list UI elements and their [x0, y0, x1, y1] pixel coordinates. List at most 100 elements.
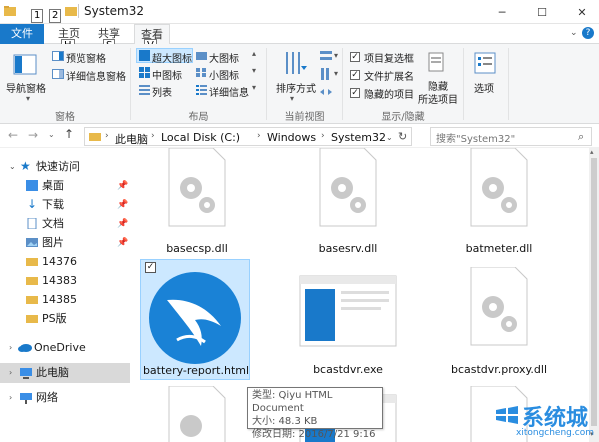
- nav-downloads[interactable]: ↓ 下载 📌: [0, 195, 130, 215]
- nav-network[interactable]: › 网络: [0, 388, 130, 408]
- file-item[interactable]: basesrv.dll: [293, 148, 403, 260]
- hidden-items-checkbox[interactable]: ✓: [350, 88, 360, 98]
- file-item[interactable]: bcastdvr.exe: [293, 259, 403, 380]
- file-name: bcastdvr.proxy.dll: [450, 363, 547, 376]
- help-icon[interactable]: ?: [582, 27, 594, 39]
- nav-desktop[interactable]: 桌面 📌: [0, 176, 130, 196]
- hide-selected-icon[interactable]: [428, 52, 446, 74]
- pin-icon: 📌: [117, 219, 129, 229]
- scroll-up-icon[interactable]: ▴: [590, 148, 594, 156]
- preview-pane-button[interactable]: 预览窗格: [66, 50, 106, 65]
- nav-folder-ps[interactable]: PS版: [0, 309, 130, 329]
- nav-folder-14376[interactable]: 14376: [0, 252, 130, 272]
- scroll-down-icon[interactable]: ▾: [252, 66, 256, 75]
- nav-this-pc[interactable]: › 此电脑: [0, 363, 130, 383]
- forward-arrow-icon[interactable]: →: [28, 128, 38, 142]
- refresh-icon[interactable]: ↻: [398, 130, 407, 143]
- chevron-down-icon: ▾: [290, 94, 295, 103]
- size-columns-icon[interactable]: [320, 86, 332, 98]
- nav-label: 文档: [42, 217, 64, 230]
- details-option[interactable]: 详细信息: [209, 84, 249, 99]
- chevron-down-icon: ▾: [26, 94, 31, 103]
- breadcrumb-windows[interactable]: Windows: [267, 131, 316, 144]
- sort-by-icon[interactable]: [283, 50, 307, 76]
- expand-icon[interactable]: ▾: [252, 83, 256, 92]
- file-item-selected[interactable]: ✓ battery-report.html: [140, 259, 250, 380]
- breadcrumb-separator-icon[interactable]: ›: [151, 131, 155, 141]
- file-item[interactable]: bcastdvr.proxy.dll: [444, 259, 554, 380]
- breadcrumb-this-pc[interactable]: 此电脑: [115, 131, 148, 147]
- hide-selected-label-2[interactable]: 所选项目: [418, 91, 458, 106]
- divider: [463, 48, 464, 120]
- back-arrow-icon[interactable]: ←: [8, 128, 18, 142]
- nav-documents[interactable]: 文档 📌: [0, 214, 130, 234]
- file-extensions-checkbox[interactable]: ✓: [350, 70, 360, 80]
- up-arrow-icon[interactable]: ↑: [64, 127, 74, 141]
- folder-icon: [26, 277, 38, 285]
- file-tooltip: 类型: Qiyu HTML Document 大小: 48.3 KB 修改日期:…: [247, 387, 383, 440]
- small-icons-option[interactable]: 小图标: [209, 67, 239, 82]
- recent-locations-icon[interactable]: ⌄: [48, 130, 55, 139]
- breadcrumb-system32[interactable]: System32: [331, 131, 386, 144]
- search-icon[interactable]: ⌕: [578, 130, 584, 144]
- chevron-down-icon[interactable]: ⌄: [386, 133, 393, 142]
- options-button[interactable]: 选项: [474, 80, 494, 95]
- file-item[interactable]: batmeter.dll: [444, 148, 554, 260]
- navigation-pane-icon[interactable]: [13, 53, 37, 77]
- search-input[interactable]: 搜索"System32": [430, 127, 592, 146]
- close-button[interactable]: ✕: [567, 0, 597, 24]
- nav-folder-14383[interactable]: 14383: [0, 271, 130, 291]
- sort-by-button[interactable]: 排序方式: [276, 80, 316, 95]
- nav-label: 快速访问: [36, 160, 80, 173]
- hidden-items-label[interactable]: 隐藏的项目: [364, 86, 414, 101]
- qiyu-browser-icon: [149, 272, 241, 364]
- medium-icons-option[interactable]: 中图标: [152, 67, 182, 82]
- nav-pictures[interactable]: 图片 📌: [0, 233, 130, 253]
- folder-icon: [26, 258, 38, 266]
- new-folder-icon[interactable]: [64, 4, 78, 18]
- details-pane-button[interactable]: 详细信息窗格: [66, 68, 126, 83]
- medium-icons-icon: [139, 67, 150, 78]
- maximize-button[interactable]: ☐: [527, 0, 557, 24]
- group-by-icon[interactable]: [320, 50, 332, 62]
- group-label-current-view: 当前视图: [284, 112, 325, 123]
- nav-quick-access[interactable]: ⌄ ★ 快速访问: [0, 157, 130, 177]
- nav-label: PS版: [42, 312, 67, 325]
- large-icons-option[interactable]: 大图标: [209, 50, 239, 65]
- large-icons-icon: [196, 52, 207, 60]
- address-field[interactable]: › 此电脑 › Local Disk (C:) › Windows › Syst…: [84, 127, 412, 146]
- folder-icon[interactable]: [3, 4, 17, 18]
- navigation-pane-button[interactable]: 导航窗格: [6, 80, 46, 95]
- chevron-right-icon: ›: [9, 343, 13, 352]
- add-columns-icon[interactable]: [320, 68, 332, 80]
- item-checkboxes-label[interactable]: 项目复选框: [364, 50, 414, 65]
- extra-large-icons-option[interactable]: 超大图标: [152, 50, 192, 65]
- chevron-down-icon[interactable]: ⌄: [570, 28, 578, 38]
- window-title: System32: [84, 4, 145, 18]
- file-item[interactable]: [142, 386, 252, 442]
- options-icon[interactable]: [474, 52, 496, 74]
- group-label-panes: 窗格: [55, 112, 75, 123]
- dll-file-icon: [168, 148, 226, 227]
- tab-file[interactable]: 文件: [0, 24, 44, 44]
- dll-file-icon: [319, 148, 377, 227]
- chevron-down-icon: ▾: [334, 51, 339, 60]
- scroll-up-icon[interactable]: ▴: [252, 49, 256, 58]
- nav-folder-14385[interactable]: 14385: [0, 290, 130, 310]
- file-extensions-label[interactable]: 文件扩展名: [364, 68, 414, 83]
- list-option[interactable]: 列表: [152, 84, 172, 99]
- breadcrumb-separator-icon[interactable]: ›: [257, 131, 261, 141]
- file-item[interactable]: basecsp.dll: [142, 148, 252, 260]
- exe-window-icon: [299, 275, 397, 347]
- breadcrumb-separator-icon[interactable]: ›: [105, 131, 109, 141]
- scrollbar-thumb[interactable]: [591, 158, 597, 426]
- ribbon: 导航窗格 ▾ 预览窗格 详细信息窗格 窗格 超大图标 大图标 中图标 小图标 列…: [0, 44, 599, 124]
- minimize-button[interactable]: ─: [487, 0, 517, 24]
- breadcrumb-separator-icon[interactable]: ›: [321, 131, 325, 141]
- item-checkboxes-checkbox[interactable]: ✓: [350, 52, 360, 62]
- tooltip-size: 大小: 48.3 KB: [252, 416, 318, 427]
- extra-large-icons-icon: [139, 50, 150, 61]
- breadcrumb-local-disk[interactable]: Local Disk (C:): [161, 131, 240, 144]
- nav-onedrive[interactable]: › OneDrive: [0, 338, 130, 358]
- chevron-down-icon: ⌄: [9, 162, 16, 171]
